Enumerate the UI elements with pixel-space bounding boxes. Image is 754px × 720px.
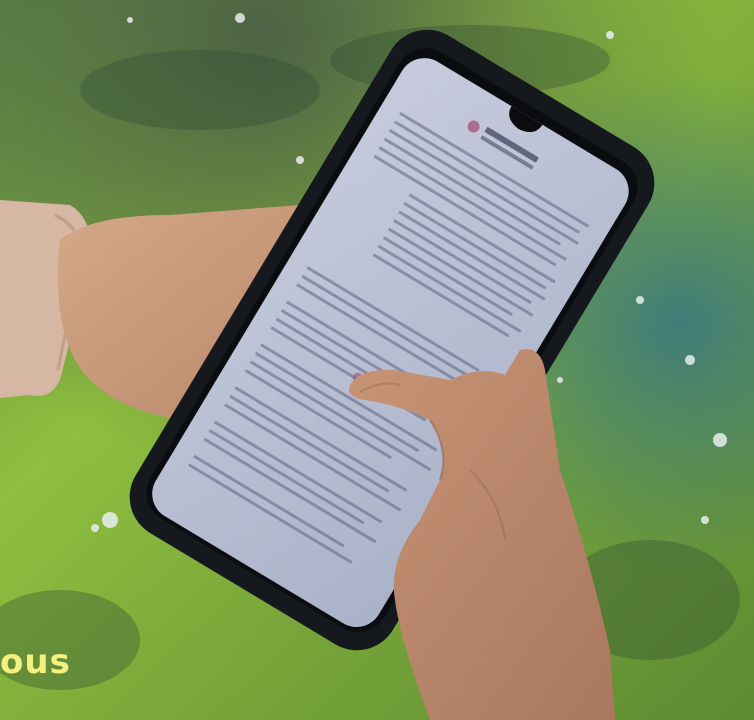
photo-illustration bbox=[0, 0, 754, 720]
photo-scene: ous bbox=[0, 0, 754, 720]
caption-text: ous bbox=[0, 642, 71, 682]
